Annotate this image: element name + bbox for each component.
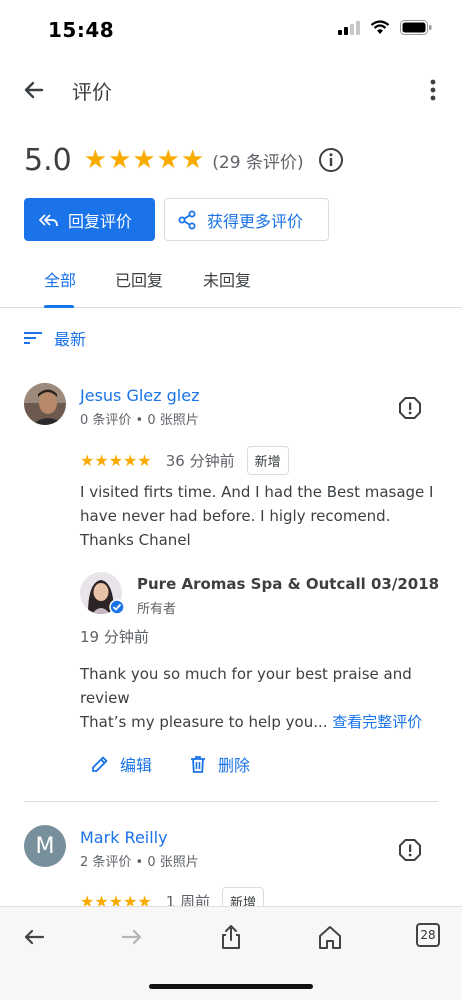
star-icon: ★ xyxy=(180,145,205,175)
edit-label: 编辑 xyxy=(120,756,153,775)
share-upload-icon[interactable] xyxy=(217,923,245,951)
reply-all-icon xyxy=(39,213,58,226)
reviewer-meta: 0 条评价 • 0 张照片 xyxy=(80,413,199,428)
status-icons xyxy=(338,20,432,35)
sort-icon xyxy=(24,332,42,344)
owner-name: Pure Aromas Spa & Outcall 03/2018 xyxy=(137,575,440,593)
edit-icon xyxy=(92,756,108,772)
new-badge: 新增 xyxy=(246,446,289,475)
report-icon[interactable] xyxy=(398,838,422,862)
delete-reply-button[interactable]: 删除 xyxy=(188,752,250,776)
star-icon: ★ xyxy=(132,145,156,175)
star-icon: ★ xyxy=(83,145,108,175)
edit-reply-button[interactable]: 编辑 xyxy=(90,752,152,776)
star-icon: ★ xyxy=(156,145,180,175)
rating-value: 5.0 xyxy=(24,142,72,178)
owner-avatar xyxy=(80,572,125,616)
delete-label: 删除 xyxy=(218,756,251,775)
review-text: I visited firts time. And I had the Best… xyxy=(80,483,434,549)
reply-actions: 编辑 删除 xyxy=(90,752,286,776)
reply-time: 19 分钟前 xyxy=(80,628,149,646)
reply-text-line-2: That’s my pleasure to help you... 查看完整评价 xyxy=(80,710,440,734)
home-indicator xyxy=(149,984,313,989)
wifi-icon xyxy=(370,20,390,34)
reply-reviews-label: 回复评价 xyxy=(68,211,133,231)
owner-role: 所有者 xyxy=(137,602,177,617)
owner-photo-icon xyxy=(80,572,125,615)
star-icon: ★ xyxy=(108,145,132,175)
person-photo-icon xyxy=(24,383,66,425)
reviewer-avatar[interactable] xyxy=(24,383,66,425)
battery-icon xyxy=(400,20,432,35)
status-bar: 15:48 xyxy=(0,0,462,58)
sort-label: 最新 xyxy=(54,330,87,349)
get-more-reviews-label: 获得更多评价 xyxy=(207,211,304,231)
reviewer-name[interactable]: Mark Reilly xyxy=(80,828,168,847)
reviewer-meta: 2 条评价 • 0 张照片 xyxy=(80,855,199,870)
page-title: 评价 xyxy=(72,80,112,104)
rating-summary: 5.0 ★ ★ ★ ★ ★ (29 条评价) xyxy=(24,140,344,180)
review-rating-row: ★★★★★ 36 分钟前 新增 xyxy=(80,446,289,475)
review-time: 36 分钟前 xyxy=(165,452,235,470)
status-time: 15:48 xyxy=(48,18,115,42)
info-icon[interactable] xyxy=(318,147,344,173)
reviewer-name[interactable]: Jesus Glez glez xyxy=(80,386,199,405)
review-stars: ★★★★★ xyxy=(80,451,152,470)
share-icon xyxy=(178,210,196,229)
sort-button[interactable]: 最新 xyxy=(24,326,86,350)
review-divider xyxy=(24,801,438,802)
more-vert-icon[interactable] xyxy=(426,76,440,104)
rating-stars: ★ ★ ★ ★ ★ xyxy=(84,147,205,173)
tabs-count-button[interactable]: 28 xyxy=(416,923,440,947)
reply-text-truncated: That’s my pleasure to help you... xyxy=(80,713,328,731)
tab-all[interactable]: 全部 xyxy=(44,267,76,291)
filter-tabs: 全部 已回复 未回复 xyxy=(0,255,462,308)
signal-icon xyxy=(338,20,360,35)
app-bar: 评价 xyxy=(0,62,462,118)
tab-replied[interactable]: 已回复 xyxy=(115,267,163,291)
report-icon[interactable] xyxy=(398,396,422,420)
reply-text: Thank you so much for your best praise a… xyxy=(80,662,440,734)
reply-reviews-button[interactable]: 回复评价 xyxy=(24,198,155,241)
browser-back-icon[interactable] xyxy=(20,923,48,951)
get-more-reviews-button[interactable]: 获得更多评价 xyxy=(164,198,329,241)
trash-icon xyxy=(191,756,206,773)
see-full-review-link[interactable]: 查看完整评价 xyxy=(332,713,422,731)
back-arrow-icon[interactable] xyxy=(20,76,48,104)
review-count: (29 条评价) xyxy=(212,152,304,173)
reviewer-avatar[interactable]: M xyxy=(24,825,66,867)
reply-text-line: Thank you so much for your best praise a… xyxy=(80,665,412,707)
home-icon[interactable] xyxy=(316,923,344,951)
tab-unreplied[interactable]: 未回复 xyxy=(203,267,251,291)
browser-forward-icon[interactable] xyxy=(118,923,146,951)
tab-indicator xyxy=(44,305,74,308)
